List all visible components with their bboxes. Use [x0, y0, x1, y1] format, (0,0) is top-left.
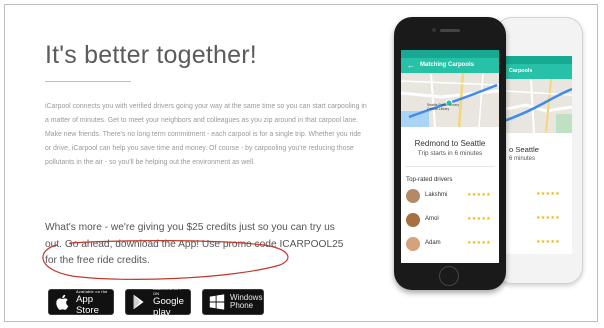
rating-stars: ★★★★★ — [536, 191, 560, 197]
rating-stars: ★★★★★ — [536, 239, 560, 245]
map-view — [506, 79, 572, 133]
app-bar-title: Carpools — [506, 64, 572, 79]
rating-stars: ★★★★★ — [467, 240, 491, 246]
avatar — [406, 189, 420, 203]
driver-name: Amol — [425, 216, 439, 222]
page-title: It's better together! — [45, 41, 257, 69]
windows-label-line2: Phone — [230, 301, 254, 310]
page-frame: It's better together! iCarpool connects … — [4, 4, 598, 322]
app-bar-title: Matching Carpools — [420, 62, 475, 68]
windows-phone-button[interactable]: Windows Phone — [202, 289, 264, 315]
camera-dot — [432, 28, 436, 32]
speaker-slot — [440, 29, 460, 32]
route-subtitle: Trip starts in 6 minutes — [417, 150, 483, 157]
drivers-header: Top-rated drivers — [406, 176, 453, 183]
driver-row[interactable]: Amol ★★★★★ — [401, 211, 499, 231]
route-title: o Seattle — [509, 145, 539, 154]
rating-stars: ★★★★★ — [467, 216, 491, 222]
phone-white-screen: Carpools o Seattle 6 minutes ★★★★★ ★★★★★… — [506, 56, 572, 254]
driver-row[interactable]: Lakshmi ★★★★★ — [401, 187, 499, 207]
google-play-icon — [133, 294, 144, 310]
back-arrow-icon[interactable]: ← — [407, 58, 415, 73]
avatar — [406, 213, 420, 227]
app-store-label: App Store — [76, 293, 99, 316]
status-bar — [506, 56, 572, 64]
list-item[interactable]: ★★★★★ — [506, 234, 572, 254]
map-graphic — [506, 79, 572, 133]
rating-stars: ★★★★★ — [536, 215, 560, 221]
windows-icon — [209, 294, 225, 310]
phone-mockup-white: Carpools o Seattle 6 minutes ★★★★★ ★★★★★… — [495, 17, 583, 284]
google-play-label: Google play — [153, 296, 184, 318]
map-graphic — [401, 73, 499, 127]
google-play-button[interactable]: ANDROID APP ON Google play — [125, 286, 191, 318]
app-store-button[interactable]: Available on the App Store — [48, 289, 114, 316]
divider — [405, 166, 495, 167]
map-label: Seattle Public Library Central Library — [427, 103, 460, 111]
driver-row[interactable]: Adam ★★★★★ — [401, 235, 499, 255]
list-item[interactable]: ★★★★★ — [506, 186, 572, 206]
app-bar: ← Matching Carpools — [401, 58, 499, 73]
title-divider — [45, 81, 131, 82]
promo-paragraph: What's more - we're giving you $25 credi… — [45, 222, 344, 267]
avatar — [406, 237, 420, 251]
home-button — [439, 266, 459, 286]
driver-name: Adam — [425, 240, 441, 246]
google-play-small-label: ANDROID APP ON — [153, 286, 183, 296]
status-bar — [401, 50, 499, 58]
phone-mockup-black: ← Matching Carpools Seattle Public Libra… — [394, 17, 506, 290]
rating-stars: ★★★★★ — [467, 192, 491, 198]
apple-icon — [56, 294, 69, 310]
map-view[interactable]: Seattle Public Library Central Library — [401, 73, 499, 127]
list-item[interactable]: ★★★★★ — [506, 210, 572, 230]
driver-name: Lakshmi — [425, 192, 448, 198]
phone-black-screen: ← Matching Carpools Seattle Public Libra… — [401, 50, 499, 263]
intro-paragraph: iCarpool connects you with verified driv… — [45, 103, 367, 167]
route-title: Redmond to Seattle — [414, 139, 486, 148]
